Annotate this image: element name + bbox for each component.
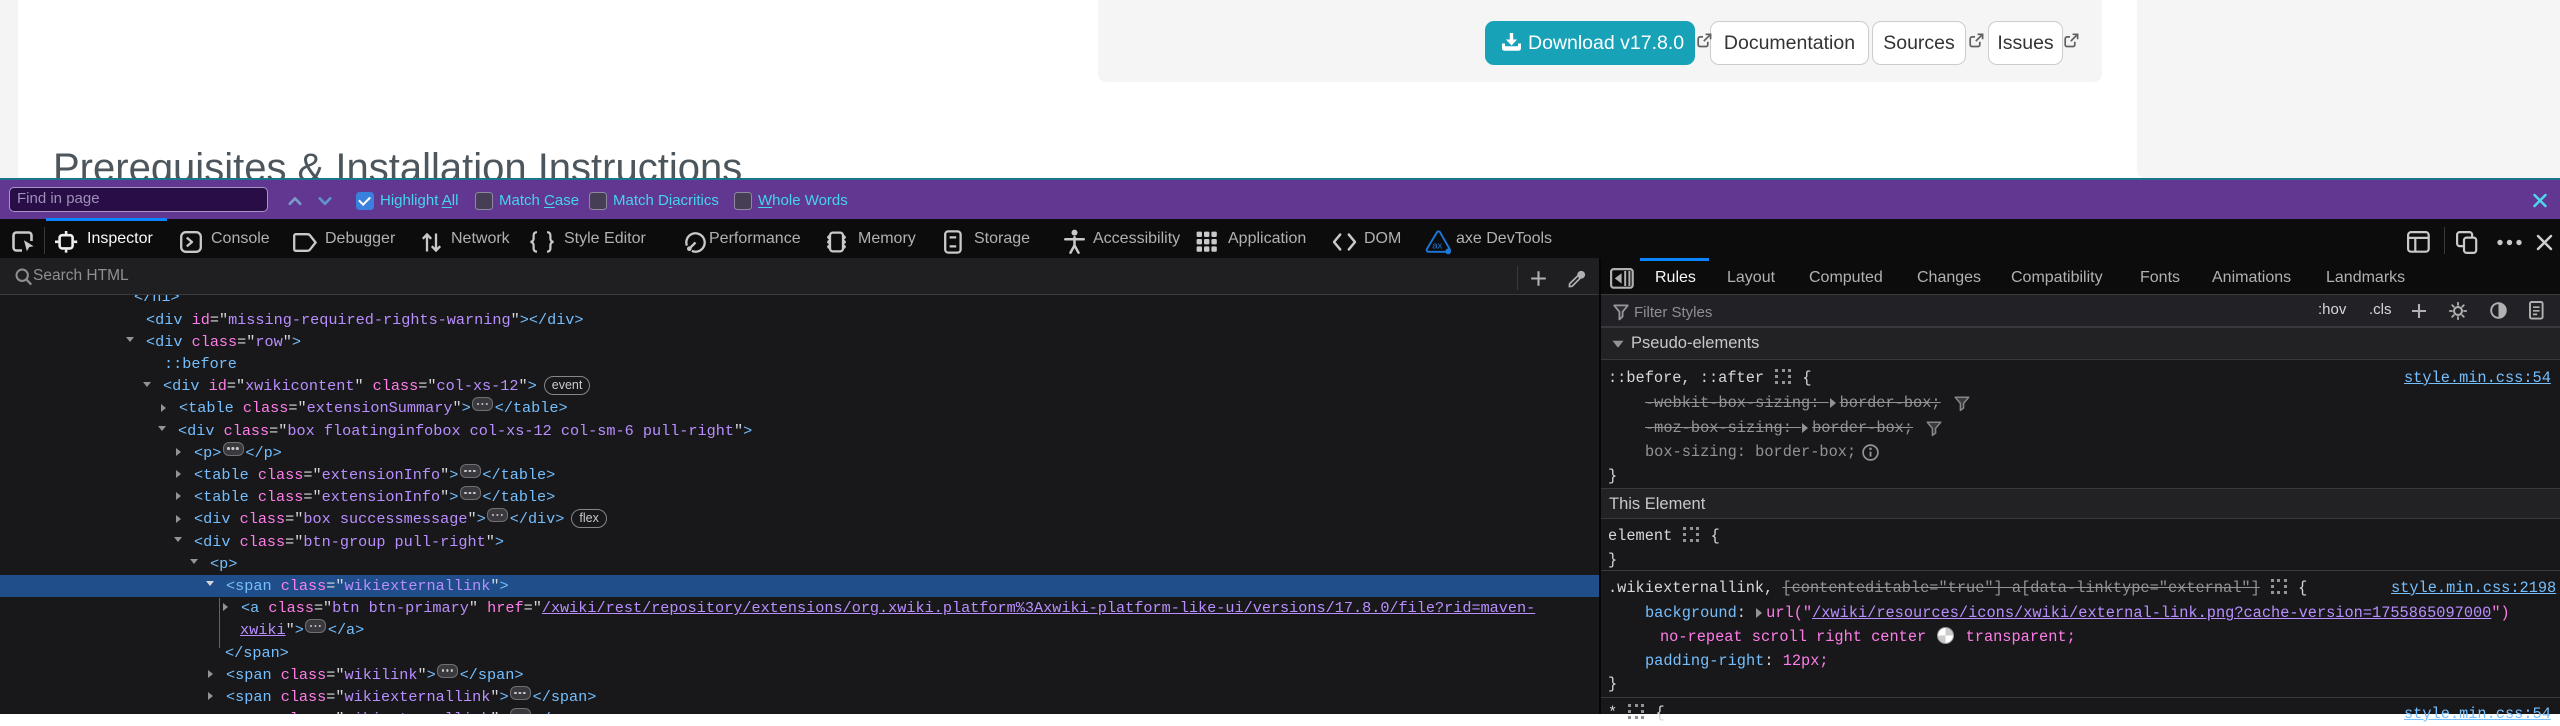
svg-text:ax: ax [1432,240,1442,251]
